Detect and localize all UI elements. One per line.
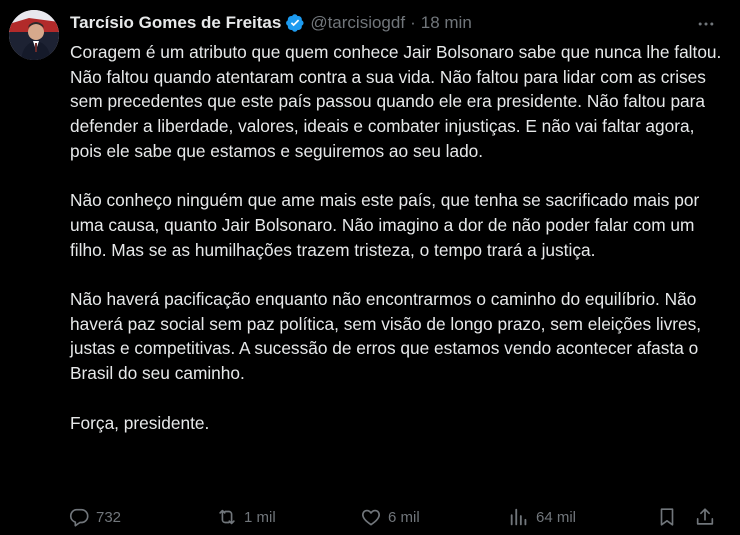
verified-badge-icon — [285, 13, 305, 33]
views-button[interactable]: 64 mil — [508, 503, 576, 531]
tweet-paragraph: Força, presidente. — [70, 412, 210, 433]
tweet-paragraph: Não haverá pacificação enquanto não enco… — [70, 289, 702, 384]
reply-count: 732 — [96, 508, 122, 526]
separator-dot: · — [410, 13, 416, 32]
more-icon[interactable] — [692, 10, 720, 38]
tweet-header: Tarcísio Gomes de Freitas @tarcisiogdf ·… — [70, 11, 472, 35]
tweet-paragraph: Não conheço ninguém que ame mais este pa… — [70, 190, 700, 260]
views-icon — [510, 508, 527, 526]
share-icon — [696, 508, 714, 525]
heart-icon — [362, 509, 380, 526]
tweet[interactable]: Tarcísio Gomes de Freitas @tarcisiogdf ·… — [0, 0, 740, 535]
avatar[interactable] — [9, 10, 59, 60]
reply-button[interactable]: 732 — [68, 503, 121, 531]
retweet-icon — [219, 509, 235, 525]
retweet-button[interactable]: 1 mil — [216, 503, 276, 531]
bookmark-button[interactable] — [656, 503, 678, 531]
tweet-actions: 732 1 mil 6 mil 64 mil — [68, 503, 718, 531]
retweet-count: 1 mil — [244, 508, 276, 526]
share-button[interactable] — [694, 503, 716, 531]
bookmark-icon — [660, 508, 674, 526]
avatar-image — [9, 10, 59, 60]
author-handle[interactable]: @tarcisiogdf — [310, 13, 405, 33]
like-button[interactable]: 6 mil — [360, 503, 420, 531]
views-count: 64 mil — [536, 508, 577, 526]
tweet-text: Coragem é um atributo que quem conhece J… — [70, 40, 730, 435]
reply-icon — [69, 508, 89, 527]
author-name[interactable]: Tarcísio Gomes de Freitas — [70, 13, 281, 33]
like-count: 6 mil — [388, 508, 420, 526]
timestamp[interactable]: 18 min — [421, 13, 472, 33]
tweet-paragraph: Coragem é um atributo que quem conhece J… — [70, 42, 722, 161]
